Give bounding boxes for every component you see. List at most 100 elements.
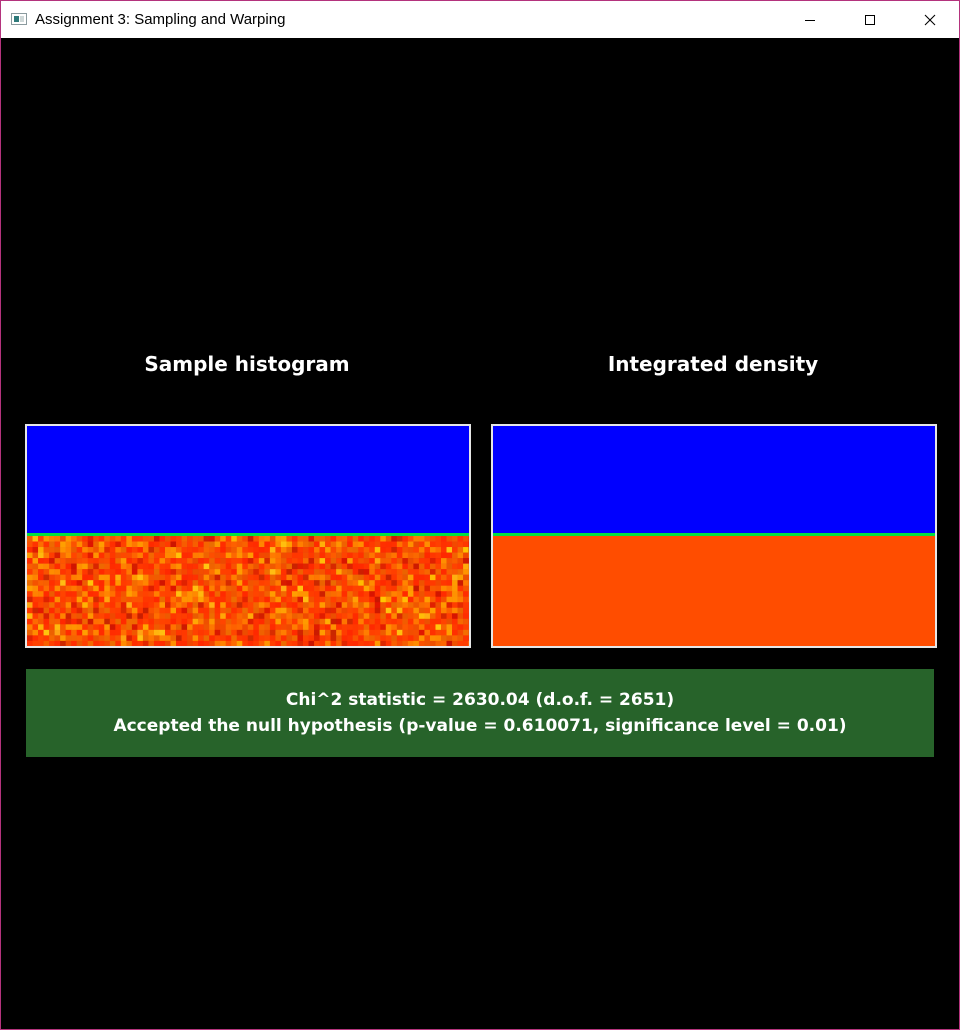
histogram-cell	[396, 629, 403, 636]
histogram-cell	[325, 580, 331, 586]
histogram-cell	[407, 607, 414, 614]
histogram-cell	[54, 547, 61, 553]
histogram-cell	[247, 596, 254, 603]
histogram-cell	[341, 596, 348, 603]
histogram-cell	[380, 580, 387, 586]
histogram-cell	[336, 618, 342, 625]
histogram-cell	[93, 536, 100, 542]
histogram-cell	[214, 591, 221, 598]
histogram-cell	[325, 558, 331, 564]
histogram-cell	[446, 585, 453, 592]
histogram-cell	[336, 640, 342, 646]
histogram-cell	[319, 602, 326, 609]
histogram-cell	[60, 552, 66, 559]
histogram-cell	[264, 552, 271, 559]
histogram-cell	[49, 536, 55, 542]
histogram-cell	[457, 596, 464, 603]
histogram-cell	[253, 591, 260, 598]
histogram-cell	[131, 569, 138, 575]
histogram-cell	[65, 591, 72, 598]
histogram-cell	[247, 607, 254, 614]
histogram-cell	[192, 558, 199, 564]
histogram-cell	[319, 580, 326, 586]
histogram-cell	[413, 558, 420, 564]
histogram-cell	[82, 629, 89, 636]
histogram-cell	[104, 602, 111, 609]
histogram-cell	[225, 629, 232, 636]
histogram-cell	[38, 607, 44, 614]
title-bar[interactable]: Assignment 3: Sampling and Warping	[1, 1, 959, 38]
histogram-cell	[93, 613, 100, 620]
histogram-cell	[176, 541, 182, 548]
histogram-cell	[87, 607, 94, 614]
histogram-cell	[65, 541, 72, 548]
histogram-cell	[441, 613, 447, 620]
histogram-cell	[391, 585, 398, 592]
histogram-cell	[126, 591, 133, 598]
histogram-cell	[303, 541, 309, 548]
histogram-cell	[297, 602, 304, 609]
histogram-cell	[258, 635, 265, 642]
histogram-cell	[275, 596, 282, 603]
histogram-cell	[325, 613, 331, 620]
histogram-cell	[402, 552, 409, 559]
histogram-cell	[203, 547, 210, 553]
histogram-cell	[402, 635, 409, 642]
histogram-cell	[291, 585, 298, 592]
histogram-cell	[187, 618, 193, 625]
histogram-cell	[137, 629, 144, 636]
histogram-cell	[209, 574, 215, 581]
histogram-cell	[369, 591, 376, 598]
histogram-cell	[71, 602, 77, 609]
histogram-cell	[115, 618, 122, 625]
histogram-cell	[220, 618, 227, 625]
histogram-cell	[236, 547, 243, 553]
histogram-cell	[297, 635, 304, 642]
maximize-button[interactable]	[847, 1, 893, 38]
histogram-cell	[198, 629, 204, 636]
histogram-cell	[280, 613, 287, 620]
histogram-cell	[148, 629, 155, 636]
histogram-cell	[131, 629, 138, 636]
histogram-cell	[214, 640, 221, 646]
close-button[interactable]	[907, 1, 953, 38]
histogram-cell	[120, 596, 127, 603]
histogram-cell	[341, 580, 348, 586]
histogram-cell	[153, 563, 160, 570]
histogram-cell	[347, 563, 353, 570]
histogram-cell	[314, 552, 320, 559]
histogram-cell	[358, 541, 365, 548]
histogram-cell	[380, 569, 387, 575]
histogram-cell	[319, 563, 326, 570]
histogram-cell	[104, 640, 111, 646]
histogram-cell	[220, 574, 227, 581]
histogram-cell	[32, 558, 39, 564]
histogram-cell	[352, 640, 359, 646]
histogram-cell	[153, 613, 160, 620]
histogram-cell	[441, 574, 447, 581]
histogram-cell	[297, 640, 304, 646]
histogram-cell	[93, 541, 100, 548]
histogram-cell	[369, 536, 376, 542]
histogram-cell	[303, 574, 309, 581]
histogram-cell	[76, 536, 83, 542]
histogram-cell	[242, 585, 249, 592]
histogram-cell	[225, 558, 232, 564]
histogram-cell	[131, 541, 138, 548]
window-title: Assignment 3: Sampling and Warping	[35, 11, 286, 28]
histogram-cell	[120, 613, 127, 620]
histogram-cell	[463, 596, 469, 603]
histogram-cell	[120, 624, 127, 631]
histogram-cell	[457, 629, 464, 636]
histogram-cell	[325, 607, 331, 614]
histogram-cell	[380, 596, 387, 603]
histogram-cell	[87, 569, 94, 575]
histogram-cell	[181, 580, 188, 586]
histogram-cell	[98, 640, 105, 646]
histogram-cell	[214, 618, 221, 625]
histogram-cell	[258, 640, 265, 646]
histogram-cell	[463, 558, 469, 564]
histogram-cell	[358, 640, 365, 646]
minimize-button[interactable]	[787, 1, 833, 38]
histogram-cell	[187, 580, 193, 586]
